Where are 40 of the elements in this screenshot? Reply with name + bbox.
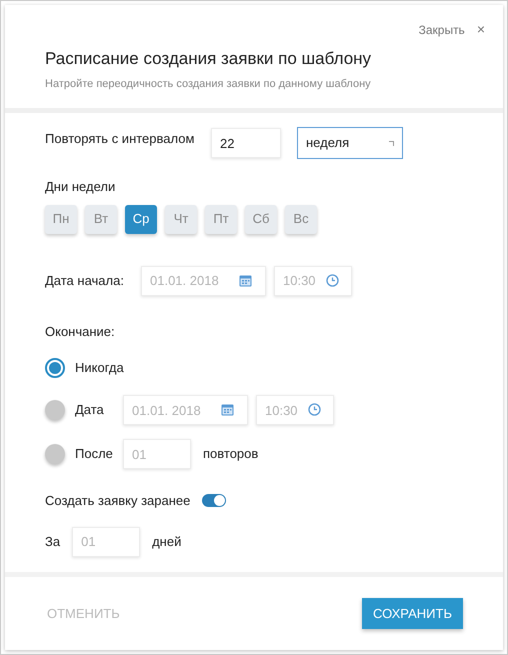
advance-days-field[interactable]: 01 — [72, 526, 140, 556]
dialog-subtitle: Натройте переодичность создания заявки по данному шаблону — [45, 76, 372, 92]
time-field[interactable]: 10:30 — [256, 395, 334, 425]
dialog-title: Расписание создания заявки по шаблону — [45, 48, 372, 70]
interval-field[interactable]: 22 — [211, 128, 281, 158]
time-field[interactable]: 10:30 — [274, 266, 352, 296]
advance-switch[interactable] — [202, 494, 226, 508]
cancel-button[interactable]: ОТМЕНИТЬ — [47, 604, 120, 624]
unit-select[interactable]: неделя — [297, 127, 403, 159]
radio-button[interactable] — [45, 400, 65, 420]
repeat-count-field[interactable]: 01 — [123, 439, 191, 469]
save-button[interactable]: СОХРАНИТЬ — [362, 598, 463, 629]
radio-button[interactable] — [45, 358, 65, 378]
advance-label: Создать заявку заранее — [45, 492, 190, 510]
clock-icon — [308, 403, 321, 416]
repeat-suffix: повторов — [203, 445, 258, 464]
calendar-icon — [239, 274, 252, 286]
end-label: Окончание: — [45, 322, 116, 340]
interval-label: Повторять с интервалом — [45, 130, 195, 148]
advance-prefix: За — [45, 532, 60, 551]
weekday-toggle[interactable]: Сб — [245, 204, 277, 234]
weekday-toggle[interactable]: Вт — [85, 204, 117, 234]
date-field[interactable]: 01.01. 2018 — [123, 395, 248, 425]
weekdays-label: Дни недели — [45, 178, 116, 196]
weekday-toggle[interactable]: Ср — [125, 204, 157, 234]
calendar-icon — [221, 403, 234, 416]
option-label: Никогда — [75, 359, 124, 378]
radio-button[interactable] — [45, 444, 65, 464]
clock-icon — [326, 274, 339, 286]
weekday-toggle[interactable]: Пн — [45, 204, 77, 234]
date-field[interactable]: 01.01. 2018 — [141, 266, 266, 296]
weekday-toggle[interactable]: Пт — [205, 204, 237, 234]
weekday-toggle[interactable]: Вс — [285, 204, 317, 234]
option-label: После — [75, 445, 113, 464]
advance-suffix: дней — [152, 532, 182, 551]
weekday-toggle[interactable]: Чт — [165, 204, 197, 234]
caret-icon — [389, 140, 394, 146]
close-button[interactable]: Закрыть × — [418, 19, 485, 40]
start-date-label: Дата начала: — [45, 272, 125, 290]
option-label: Дата — [75, 401, 105, 420]
